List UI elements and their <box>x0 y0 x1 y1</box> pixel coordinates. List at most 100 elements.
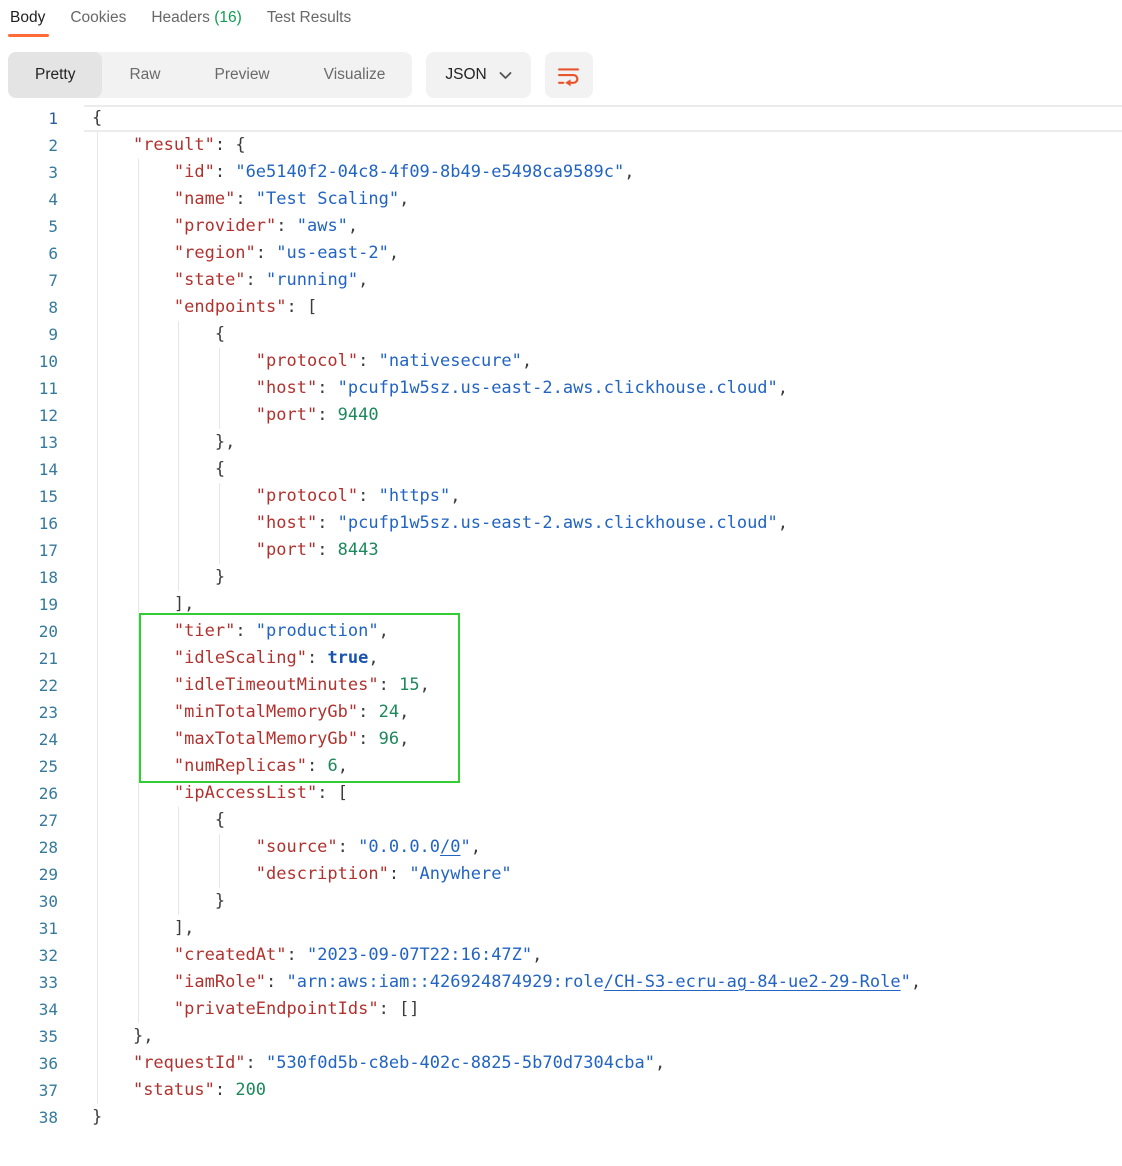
code-line[interactable]: 11 "host": "pcufp1w5sz.us-east-2.aws.cli… <box>0 375 1122 402</box>
code-line-content: "result": { <box>92 132 1122 159</box>
code-line-content: "minTotalMemoryGb": 24, <box>92 699 1122 726</box>
code-line[interactable]: 7 "state": "running", <box>0 267 1122 294</box>
code-line[interactable]: 34 "privateEndpointIds": [] <box>0 996 1122 1023</box>
json-punctuation: , <box>655 1053 665 1073</box>
json-string: "nativesecure" <box>379 351 522 371</box>
indent-guide <box>138 753 139 780</box>
view-mode-raw[interactable]: Raw <box>102 52 187 98</box>
indent-guide <box>97 1023 98 1050</box>
indent-guide <box>138 726 139 753</box>
code-line[interactable]: 29 "description": "Anywhere" <box>0 861 1122 888</box>
code-line[interactable]: 16 "host": "pcufp1w5sz.us-east-2.aws.cli… <box>0 510 1122 537</box>
tab-cookies[interactable]: Cookies <box>70 9 126 43</box>
code-line[interactable]: 3 "id": "6e5140f2-04c8-4f09-8b49-e5498ca… <box>0 159 1122 186</box>
code-line-content: } <box>92 564 1122 591</box>
view-mode-preview[interactable]: Preview <box>188 52 297 98</box>
code-line[interactable]: 17 "port": 8443 <box>0 537 1122 564</box>
code-line[interactable]: 15 "protocol": "https", <box>0 483 1122 510</box>
json-punctuation: } <box>215 567 225 587</box>
indent-guide <box>138 591 139 618</box>
indent-guide <box>138 429 139 456</box>
code-line[interactable]: 10 "protocol": "nativesecure", <box>0 348 1122 375</box>
json-boolean: true <box>327 648 368 668</box>
indent-guide <box>97 780 98 807</box>
code-line[interactable]: 32 "createdAt": "2023-09-07T22:16:47Z", <box>0 942 1122 969</box>
indent-guide <box>178 483 179 510</box>
wrap-text-button[interactable] <box>545 52 593 98</box>
json-link: /0 <box>440 837 460 857</box>
code-line[interactable]: 21 "idleScaling": true, <box>0 645 1122 672</box>
indent-guide <box>97 672 98 699</box>
code-line[interactable]: 20 "tier": "production", <box>0 618 1122 645</box>
code-line[interactable]: 27 { <box>0 807 1122 834</box>
code-line[interactable]: 6 "region": "us-east-2", <box>0 240 1122 267</box>
indent-guide <box>138 861 139 888</box>
code-line[interactable]: 9 { <box>0 321 1122 348</box>
code-line[interactable]: 14 { <box>0 456 1122 483</box>
json-string: "arn:aws:iam::426924874929:role <box>287 972 604 992</box>
json-punctuation: , <box>379 621 389 641</box>
code-line[interactable]: 28 "source": "0.0.0.0/0", <box>0 834 1122 861</box>
code-line-content: "description": "Anywhere" <box>92 861 1122 888</box>
code-line[interactable]: 31 ], <box>0 915 1122 942</box>
json-punctuation: : [ <box>286 297 317 317</box>
json-string: "us-east-2" <box>276 243 389 263</box>
code-line[interactable]: 33 "iamRole": "arn:aws:iam::426924874929… <box>0 969 1122 996</box>
code-line[interactable]: 23 "minTotalMemoryGb": 24, <box>0 699 1122 726</box>
view-mode-pretty[interactable]: Pretty <box>8 52 102 98</box>
code-line[interactable]: 1{ <box>0 105 1122 132</box>
json-key: "port" <box>256 405 317 425</box>
code-line-content: "privateEndpointIds": [] <box>92 996 1122 1023</box>
indent-guide <box>97 159 98 186</box>
view-mode-visualize[interactable]: Visualize <box>297 52 413 98</box>
tab-headers[interactable]: Headers (16) <box>151 9 241 43</box>
code-line[interactable]: 37 "status": 200 <box>0 1077 1122 1104</box>
code-line[interactable]: 36 "requestId": "530f0d5b-c8eb-402c-8825… <box>0 1050 1122 1077</box>
json-punctuation: : <box>317 378 337 398</box>
json-punctuation: : <box>246 1053 266 1073</box>
code-line[interactable]: 35 }, <box>0 1023 1122 1050</box>
json-key: "iamRole" <box>174 972 266 992</box>
line-number: 36 <box>0 1050 58 1077</box>
code-line[interactable]: 8 "endpoints": [ <box>0 294 1122 321</box>
code-line[interactable]: 26 "ipAccessList": [ <box>0 780 1122 807</box>
code-line-content: "region": "us-east-2", <box>92 240 1122 267</box>
code-line[interactable]: 18 } <box>0 564 1122 591</box>
code-line[interactable]: 5 "provider": "aws", <box>0 213 1122 240</box>
json-punctuation: } <box>215 891 225 911</box>
code-line[interactable]: 24 "maxTotalMemoryGb": 96, <box>0 726 1122 753</box>
code-line-content: "idleTimeoutMinutes": 15, <box>92 672 1122 699</box>
code-line[interactable]: 2 "result": { <box>0 132 1122 159</box>
tab-body[interactable]: Body <box>10 9 45 43</box>
indent-guide <box>219 375 220 402</box>
json-string: "530f0d5b-c8eb-402c-8825-5b70d7304cba" <box>266 1053 655 1073</box>
tab-test-results[interactable]: Test Results <box>267 9 351 43</box>
code-line[interactable]: 12 "port": 9440 <box>0 402 1122 429</box>
json-punctuation: : <box>317 513 337 533</box>
json-punctuation: , <box>420 675 430 695</box>
code-line[interactable]: 38} <box>0 1104 1122 1131</box>
text-wrap-icon <box>556 63 581 88</box>
json-string: "pcufp1w5sz.us-east-2.aws.clickhouse.clo… <box>338 513 778 533</box>
code-line-content: "endpoints": [ <box>92 294 1122 321</box>
code-line[interactable]: 19 ], <box>0 591 1122 618</box>
code-line-content: "port": 8443 <box>92 537 1122 564</box>
code-line[interactable]: 22 "idleTimeoutMinutes": 15, <box>0 672 1122 699</box>
code-line[interactable]: 25 "numReplicas": 6, <box>0 753 1122 780</box>
headers-count-badge: (16) <box>210 9 242 26</box>
indent-guide <box>138 348 139 375</box>
indent-guide <box>138 969 139 996</box>
json-punctuation: , <box>624 162 634 182</box>
code-line[interactable]: 30 } <box>0 888 1122 915</box>
json-punctuation: { <box>215 810 225 830</box>
indent-guide <box>97 834 98 861</box>
code-line[interactable]: 13 }, <box>0 429 1122 456</box>
code-line[interactable]: 4 "name": "Test Scaling", <box>0 186 1122 213</box>
code-line-content: "id": "6e5140f2-04c8-4f09-8b49-e5498ca95… <box>92 159 1122 186</box>
code-line-content: "port": 9440 <box>92 402 1122 429</box>
language-select[interactable]: JSON <box>426 52 530 98</box>
indent-guide <box>97 375 98 402</box>
indent-guide <box>138 699 139 726</box>
code-editor[interactable]: 1{2 "result": {3 "id": "6e5140f2-04c8-4f… <box>0 105 1122 1131</box>
json-key: "id" <box>174 162 215 182</box>
